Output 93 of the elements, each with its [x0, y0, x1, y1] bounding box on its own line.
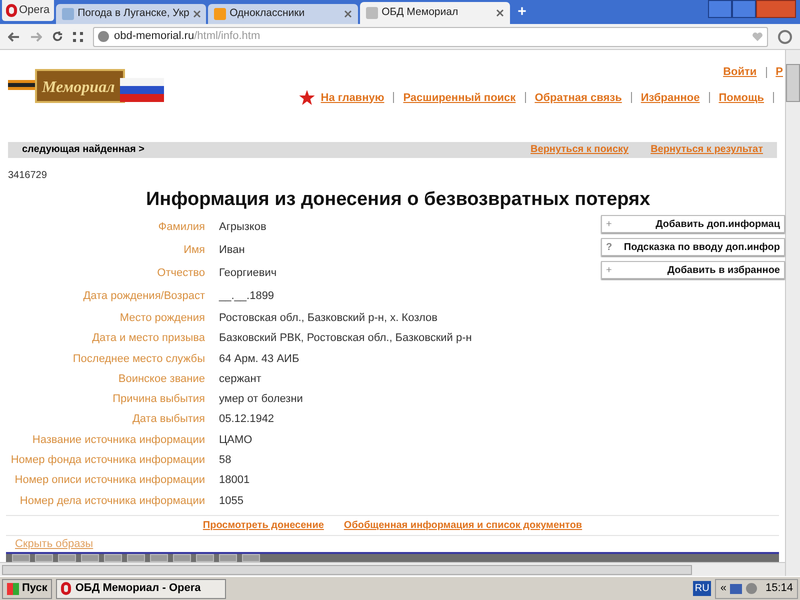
vertical-scrollbar[interactable] [785, 50, 800, 576]
login-link[interactable]: Войти [723, 64, 757, 80]
field-label: Название источника информации [31, 432, 205, 448]
nav-link[interactable]: На главную [320, 90, 384, 106]
download-icon[interactable] [778, 30, 792, 44]
field-label: Имя [182, 243, 205, 258]
reload-icon[interactable] [52, 31, 63, 42]
nav-link[interactable]: Помощь [718, 90, 764, 106]
back-icon[interactable] [8, 32, 20, 42]
network-icon[interactable] [730, 584, 742, 594]
tab-favicon [62, 8, 74, 20]
opera-logo-icon [61, 582, 72, 595]
field-value: 58 [219, 453, 232, 468]
field-value: сержант [219, 372, 262, 387]
field-value: умер от болезни [219, 392, 303, 408]
page-title: Информация из донесения о безвозвратных потерях [146, 188, 652, 212]
field-value: Агрызков [219, 220, 266, 236]
field-label: Фамилия [157, 220, 205, 236]
viewer-tool-icon[interactable] [58, 554, 76, 562]
nav-link[interactable]: Избранное [640, 90, 700, 106]
globe-icon [98, 31, 109, 42]
browser-tab[interactable]: Погода в Луганске, Укр [56, 4, 206, 24]
close-icon[interactable] [193, 10, 202, 18]
viewer-tool-icon[interactable] [12, 554, 30, 562]
url-text: obd-memorial.ru/html/info.htm [114, 29, 260, 44]
field-label: Отчество [156, 266, 205, 282]
address-field[interactable]: obd-memorial.ru/html/info.htm [93, 26, 768, 46]
field-value: Иван [219, 243, 245, 258]
memorial-logo[interactable]: Мемориал [8, 66, 166, 106]
browser-tab[interactable]: Одноклассники [208, 4, 358, 24]
viewer-tool-icon[interactable] [81, 554, 99, 562]
browser-tab[interactable]: ОБД Мемориал [360, 2, 510, 24]
star-icon [298, 90, 315, 106]
document-link[interactable]: Обобщенная информация и список документов [344, 518, 582, 533]
field-label: Причина выбытия [112, 392, 205, 408]
close-icon[interactable] [344, 10, 352, 18]
tab-title: Погода в Луганске, Укр [78, 6, 190, 22]
windows-logo-icon [7, 582, 19, 594]
opera-logo-icon [6, 4, 17, 17]
forward-icon[interactable] [30, 32, 42, 42]
nav-link[interactable]: Обратная связь [534, 90, 622, 106]
field-label: Дата рождения/Возраст [82, 289, 205, 304]
new-tab-button[interactable]: + [512, 0, 532, 24]
viewer-tool-icon[interactable] [196, 554, 214, 562]
window-controls[interactable] [708, 0, 796, 18]
register-link[interactable]: Р [776, 64, 783, 80]
record-id: 3416729 [8, 168, 48, 183]
language-indicator[interactable]: RU [692, 581, 712, 596]
opera-menu-button[interactable]: Opera [2, 0, 54, 21]
field-label: Последнее место службы [72, 352, 205, 367]
tab-favicon [214, 8, 226, 20]
viewer-tool-icon[interactable] [127, 554, 145, 562]
field-label: Место рождения [118, 310, 205, 326]
field-value: Базковский РВК, Ростовская обл., Базковский р-н [219, 331, 472, 346]
field-value: Ростовская обл., Базковский р-н, х. Козлов [219, 310, 438, 326]
add-button[interactable]: + Добавить в избранное [601, 261, 785, 280]
tab-favicon [366, 7, 378, 19]
field-value: 05.12.1942 [219, 412, 274, 428]
field-label: Номер описи источника информации [14, 473, 205, 488]
field-label: Воинское звание [117, 372, 205, 387]
field-value: 64 Арм. 43 АИБ [219, 352, 300, 367]
viewer-tool-icon[interactable] [219, 554, 237, 562]
taskbar-item[interactable]: ОБД Мемориал - Opera [56, 578, 226, 598]
clock: 15:14 [765, 581, 793, 596]
horizontal-scrollbar[interactable] [0, 562, 785, 576]
field-label: Дата и место призыва [91, 331, 205, 346]
viewer-tool-icon[interactable] [173, 554, 191, 562]
nav-link[interactable]: Расширенный поиск [403, 90, 516, 106]
field-label: Номер дела источника информации [18, 494, 205, 509]
tab-title: Одноклассники [230, 6, 306, 22]
field-label: Дата выбытия [131, 412, 205, 428]
hint-button[interactable]: ? Подсказка по вводу доп.инфор [601, 238, 785, 256]
field-value: Георгиевич [219, 266, 277, 282]
viewer-tool-icon[interactable] [150, 554, 168, 562]
field-label: Номер фонда источника информации [10, 453, 205, 468]
field-value: 1055 [219, 494, 244, 509]
tab-title: ОБД Мемориал [382, 5, 460, 20]
logo-text: Мемориал [42, 78, 115, 98]
viewer-tool-icon[interactable] [104, 554, 122, 562]
field-value: 18001 [219, 473, 250, 488]
tray-expand-button[interactable]: « [720, 580, 726, 597]
viewer-tool-icon[interactable] [242, 554, 260, 562]
add-button[interactable]: + Добавить доп.информац [601, 215, 785, 234]
heart-icon[interactable] [752, 32, 763, 42]
next-found-link[interactable]: следующая найденная > [22, 142, 144, 158]
close-icon[interactable] [496, 9, 504, 17]
start-button[interactable]: Пуск [2, 578, 52, 598]
field-value: ЦАМО [219, 432, 252, 448]
field-value: __.__.1899 [219, 289, 274, 304]
grid-icon[interactable] [73, 32, 83, 42]
viewer-tool-icon[interactable] [35, 554, 53, 562]
tray-icon[interactable] [746, 583, 758, 594]
document-link[interactable]: Просмотреть донесение [202, 518, 324, 533]
